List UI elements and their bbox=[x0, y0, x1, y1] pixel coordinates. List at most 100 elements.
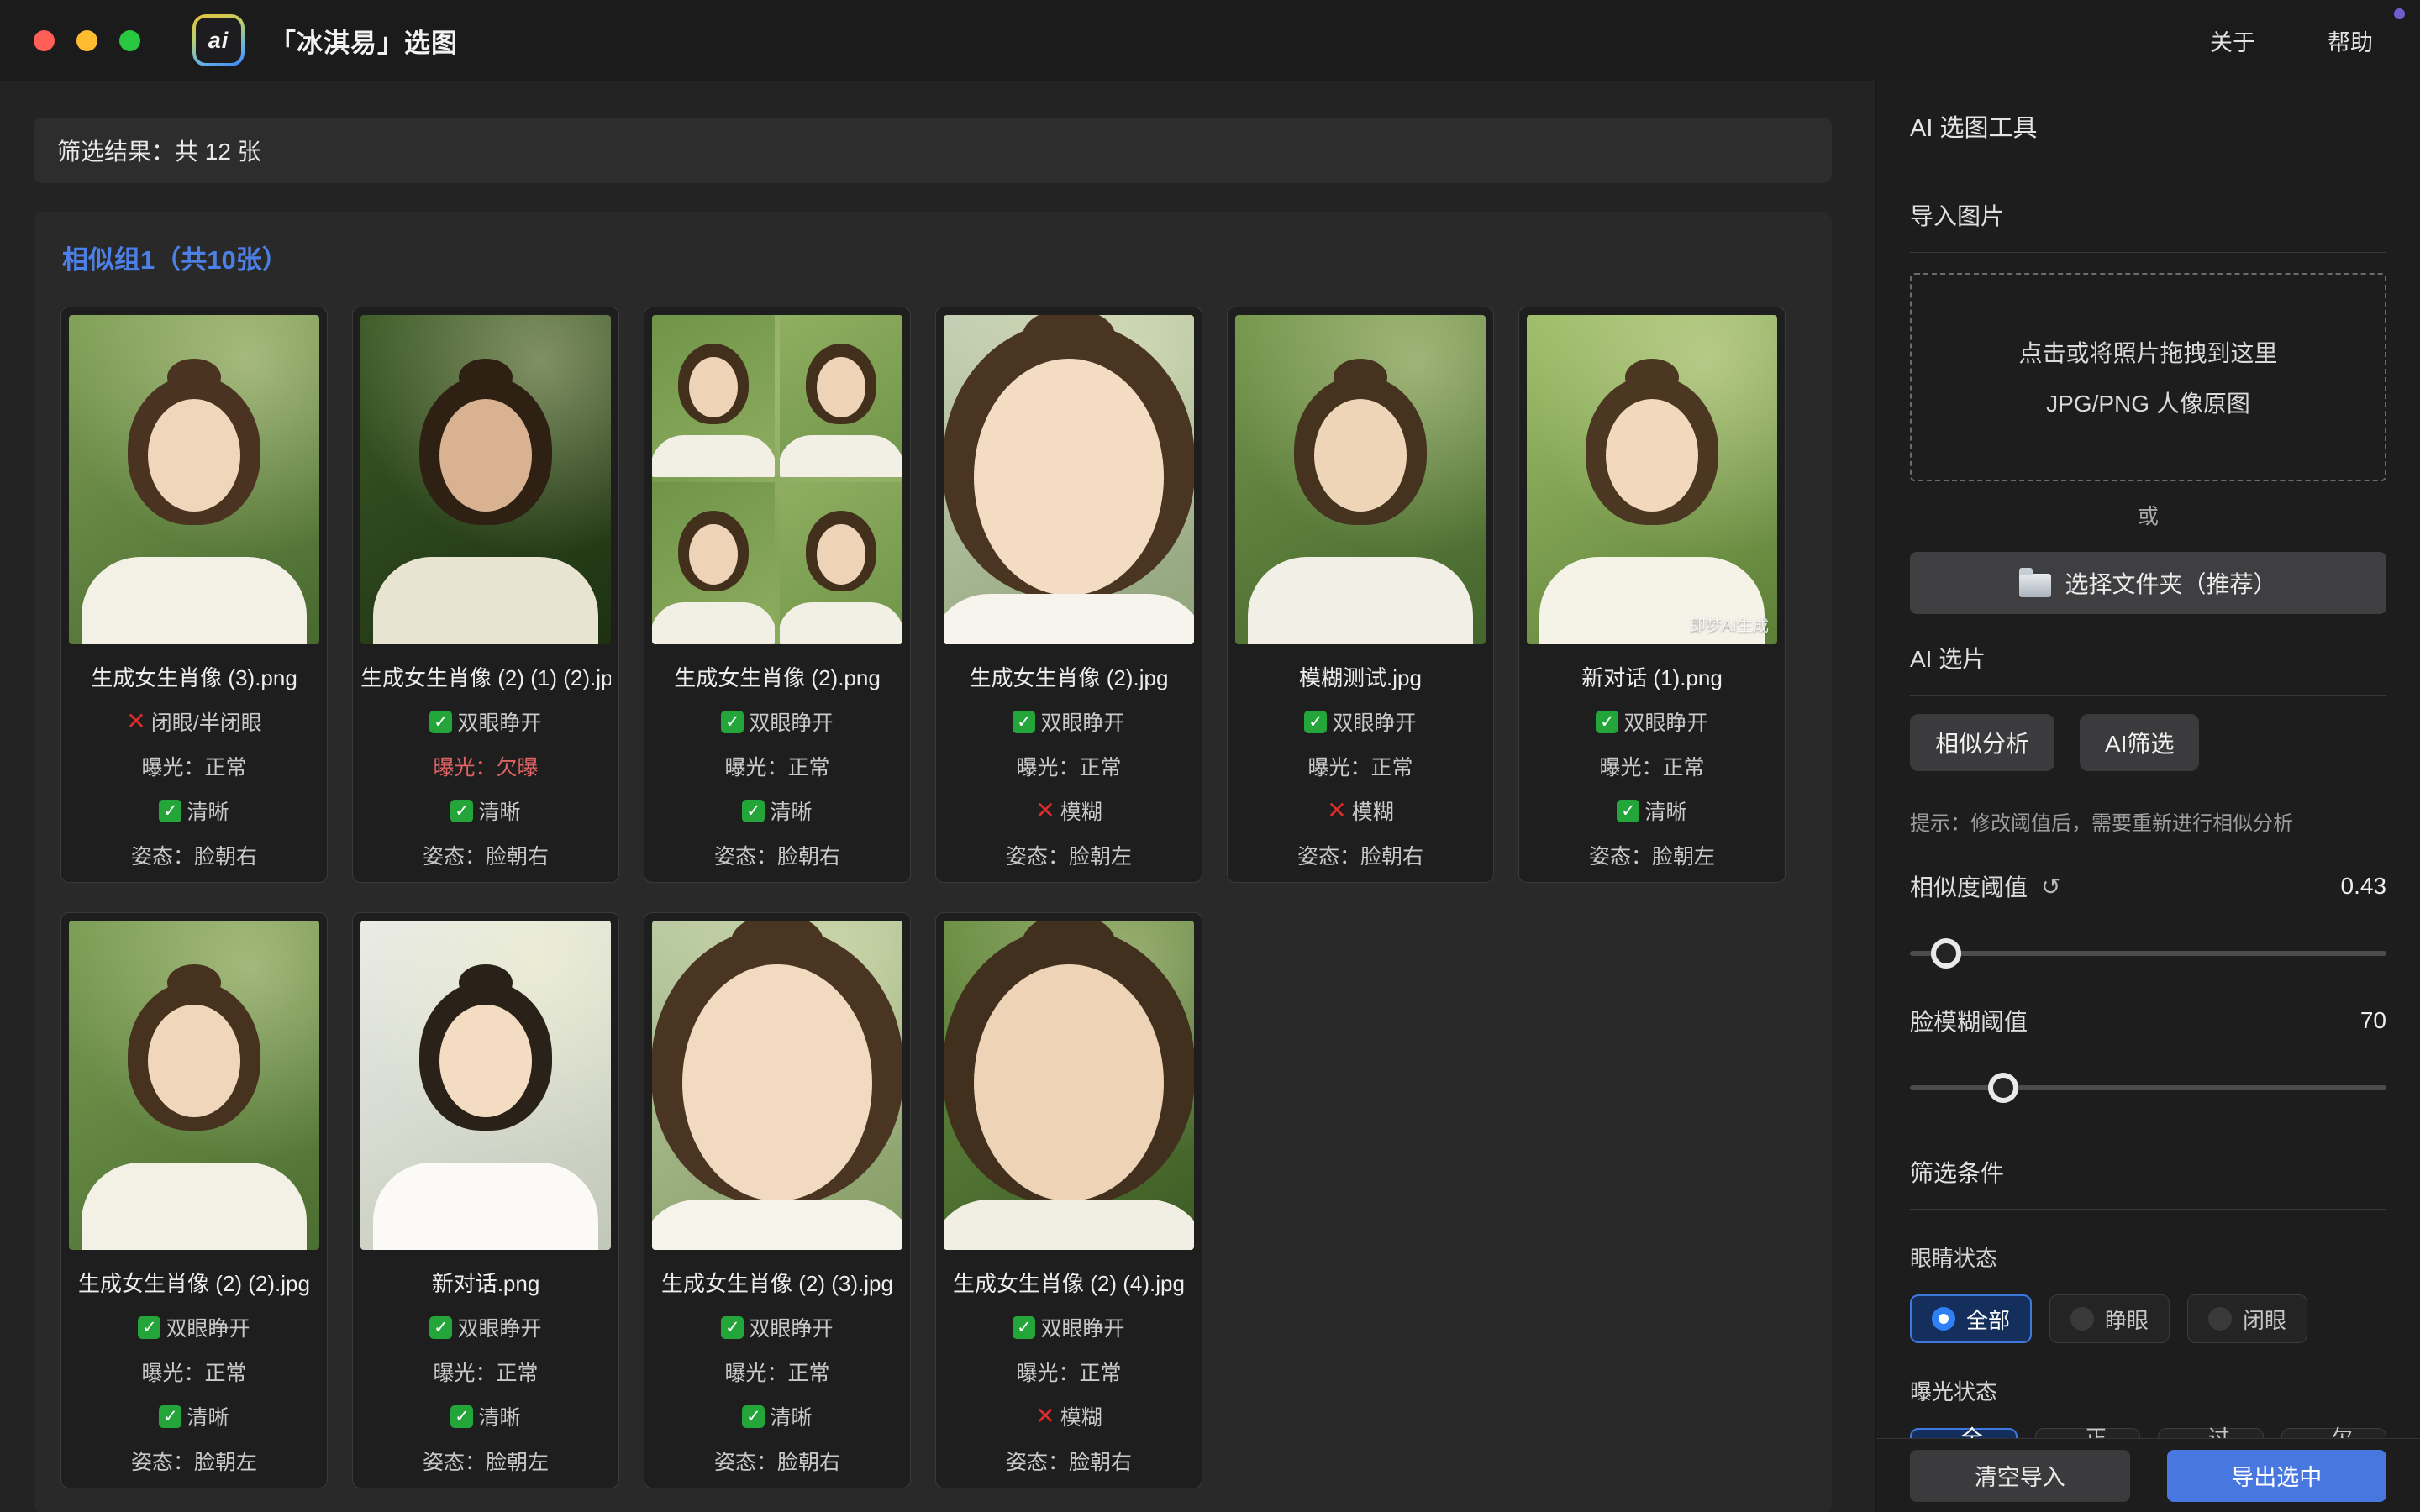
radio-label: 正常 bbox=[2085, 1421, 2119, 1438]
clear-import-button[interactable]: 清空导入 bbox=[1910, 1450, 2130, 1502]
minimize-button[interactable] bbox=[76, 30, 97, 51]
exposure-state-label: 曝光状态 bbox=[1910, 1375, 2386, 1406]
photo-thumbnail bbox=[944, 315, 1194, 644]
export-selected-button[interactable]: 导出选中 bbox=[2167, 1450, 2387, 1502]
close-button[interactable] bbox=[34, 30, 55, 51]
radio-label: 过曝 bbox=[2208, 1421, 2243, 1438]
photo-thumbnail bbox=[360, 921, 611, 1250]
blur-slider-knob[interactable] bbox=[1988, 1073, 2018, 1103]
photo-card[interactable]: 新对话.png ✓双眼睁开 曝光：正常 ✓清晰 姿态：脸朝左 bbox=[352, 912, 619, 1488]
menu-item-about[interactable]: 关于 bbox=[2210, 24, 2255, 57]
similarity-analyze-button[interactable]: 相似分析 bbox=[1910, 714, 2054, 771]
slider-track bbox=[1910, 1085, 2386, 1090]
group-title: 相似组1（共10张） bbox=[62, 239, 1805, 276]
clarity-status: ✓清晰 bbox=[360, 795, 611, 826]
photo-filename: 模糊测试.jpg bbox=[1235, 661, 1486, 692]
eye-status: ✓双眼睁开 bbox=[944, 706, 1194, 737]
photo-card[interactable]: 生成女生肖像 (2).jpg ✓双眼睁开 曝光：正常 ✕模糊 姿态：脸朝左 bbox=[935, 307, 1202, 883]
eye-state-option[interactable]: 全部 bbox=[1910, 1294, 2032, 1343]
photo-card[interactable]: 生成女生肖像 (2) (1) (2).jpg ✓双眼睁开 曝光：欠曝 ✓清晰 姿… bbox=[352, 307, 619, 883]
filter-result-bar: 筛选结果：共 12 张 bbox=[34, 118, 1832, 183]
radio-label: 欠曝 bbox=[2331, 1421, 2365, 1438]
photo-thumbnail bbox=[652, 921, 902, 1250]
pose-status: 姿态：脸朝右 bbox=[360, 840, 611, 870]
check-icon: ✓ bbox=[742, 800, 765, 822]
photo-card[interactable]: 生成女生肖像 (3).png ✕闭眼/半闭眼 曝光：正常 ✓清晰 姿态：脸朝右 bbox=[60, 307, 328, 883]
eye-status: ✓双眼睁开 bbox=[944, 1312, 1194, 1342]
app-logo-text: ai bbox=[196, 18, 241, 63]
check-icon: ✓ bbox=[450, 1405, 473, 1428]
photo-card[interactable]: 即梦AI生成 新对话 (1).png ✓双眼睁开 曝光：正常 ✓清晰 姿态：脸朝… bbox=[1518, 307, 1786, 883]
title-bar: ai 「冰淇易」选图 关于 帮助 bbox=[0, 0, 2420, 81]
similarity-slider[interactable] bbox=[1910, 937, 2386, 970]
photo-thumbnail bbox=[1235, 315, 1486, 644]
zoom-button[interactable] bbox=[119, 30, 140, 51]
radio-label: 全部 bbox=[1966, 1304, 2010, 1335]
menu-item-help[interactable]: 帮助 bbox=[2328, 24, 2373, 57]
check-icon: ✓ bbox=[429, 711, 452, 733]
exposure-status: 曝光：正常 bbox=[652, 751, 902, 781]
photo-card[interactable]: 模糊测试.jpg ✓双眼睁开 曝光：正常 ✕模糊 姿态：脸朝右 bbox=[1227, 307, 1494, 883]
eye-status: ✓双眼睁开 bbox=[1235, 706, 1486, 737]
cross-icon: ✕ bbox=[126, 710, 145, 733]
eye-state-option[interactable]: 睁眼 bbox=[2049, 1294, 2170, 1343]
photo-thumbnail bbox=[360, 315, 611, 644]
slider-track bbox=[1910, 951, 2386, 956]
app-logo-icon: ai bbox=[192, 14, 245, 66]
photo-card[interactable]: 生成女生肖像 (2) (3).jpg ✓双眼睁开 曝光：正常 ✓清晰 姿态：脸朝… bbox=[644, 912, 911, 1488]
ai-filter-button[interactable]: AI筛选 bbox=[2080, 714, 2199, 771]
exposure-state-option[interactable]: 过曝 bbox=[2158, 1428, 2264, 1438]
import-section-title: 导入图片 bbox=[1910, 198, 2386, 232]
exposure-state-option[interactable]: 正常 bbox=[2035, 1428, 2141, 1438]
traffic-lights bbox=[34, 30, 140, 51]
photo-card[interactable]: 生成女生肖像 (2) (4).jpg ✓双眼睁开 曝光：正常 ✕模糊 姿态：脸朝… bbox=[935, 912, 1202, 1488]
blur-slider[interactable] bbox=[1910, 1071, 2386, 1105]
photo-thumbnail bbox=[652, 315, 902, 644]
similar-group-1: 相似组1（共10张） 生成女生肖像 (3).png ✕闭眼/半闭眼 曝光：正常 … bbox=[34, 212, 1832, 1512]
clarity-status: ✓清晰 bbox=[1527, 795, 1777, 826]
eye-status: ✓双眼睁开 bbox=[360, 1312, 611, 1342]
check-icon: ✓ bbox=[742, 1405, 765, 1428]
pose-status: 姿态：脸朝右 bbox=[652, 840, 902, 870]
pose-status: 姿态：脸朝左 bbox=[1527, 840, 1777, 870]
radio-label: 闭眼 bbox=[2243, 1304, 2286, 1335]
photo-dropzone[interactable]: 点击或将照片拖拽到这里 JPG/PNG 人像原图 bbox=[1910, 273, 2386, 481]
sidebar-scroll-area[interactable]: 导入图片 点击或将照片拖拽到这里 JPG/PNG 人像原图 或 选择文件夹（推荐… bbox=[1876, 171, 2420, 1438]
eye-state-options: 全部 睁眼 闭眼 bbox=[1910, 1294, 2386, 1343]
photo-filename: 生成女生肖像 (2) (2).jpg bbox=[69, 1267, 319, 1298]
eye-state-option[interactable]: 闭眼 bbox=[2187, 1294, 2307, 1343]
clarity-status: ✓清晰 bbox=[652, 795, 902, 826]
photo-thumbnail bbox=[69, 315, 319, 644]
exposure-state-option[interactable]: 欠曝 bbox=[2281, 1428, 2387, 1438]
photo-card[interactable]: 生成女生肖像 (2).png ✓双眼睁开 曝光：正常 ✓清晰 姿态：脸朝右 bbox=[644, 307, 911, 883]
eye-state-label: 眼睛状态 bbox=[1910, 1242, 2386, 1273]
exposure-state-options: 全部 正常 过曝 欠曝 bbox=[1910, 1428, 2386, 1438]
photo-thumbnail bbox=[69, 921, 319, 1250]
photo-filename: 新对话 (1).png bbox=[1527, 661, 1777, 692]
divider bbox=[1910, 1209, 2386, 1210]
photo-filename: 生成女生肖像 (2).jpg bbox=[944, 661, 1194, 692]
check-icon: ✓ bbox=[1013, 711, 1035, 733]
filter-section-title: 筛选条件 bbox=[1910, 1155, 2386, 1189]
exposure-status: 曝光：正常 bbox=[944, 1357, 1194, 1387]
exposure-status: 曝光：欠曝 bbox=[360, 751, 611, 781]
clarity-status: ✓清晰 bbox=[360, 1401, 611, 1431]
exposure-status: 曝光：正常 bbox=[1235, 751, 1486, 781]
reset-icon[interactable]: ↺ bbox=[2041, 873, 2060, 900]
photo-thumbnail bbox=[944, 921, 1194, 1250]
pose-status: 姿态：脸朝左 bbox=[944, 840, 1194, 870]
choose-folder-button[interactable]: 选择文件夹（推荐） bbox=[1910, 552, 2386, 614]
exposure-status: 曝光：正常 bbox=[1527, 751, 1777, 781]
dropzone-line1: 点击或将照片拖拽到这里 bbox=[2018, 335, 2277, 369]
check-icon: ✓ bbox=[159, 800, 182, 822]
clarity-status: ✕模糊 bbox=[944, 1401, 1194, 1431]
titlebar-menu: 关于 帮助 bbox=[2210, 24, 2373, 57]
choose-folder-label: 选择文件夹（推荐） bbox=[2065, 566, 2276, 600]
blur-threshold-value: 70 bbox=[2360, 1007, 2386, 1034]
exposure-state-option[interactable]: 全部 bbox=[1910, 1428, 2018, 1438]
similarity-slider-knob[interactable] bbox=[1931, 938, 1961, 969]
check-icon: ✓ bbox=[429, 1316, 452, 1339]
photo-card[interactable]: 生成女生肖像 (2) (2).jpg ✓双眼睁开 曝光：正常 ✓清晰 姿态：脸朝… bbox=[60, 912, 328, 1488]
radio-dot-icon bbox=[1932, 1307, 1955, 1331]
eye-status: ✓双眼睁开 bbox=[69, 1312, 319, 1342]
